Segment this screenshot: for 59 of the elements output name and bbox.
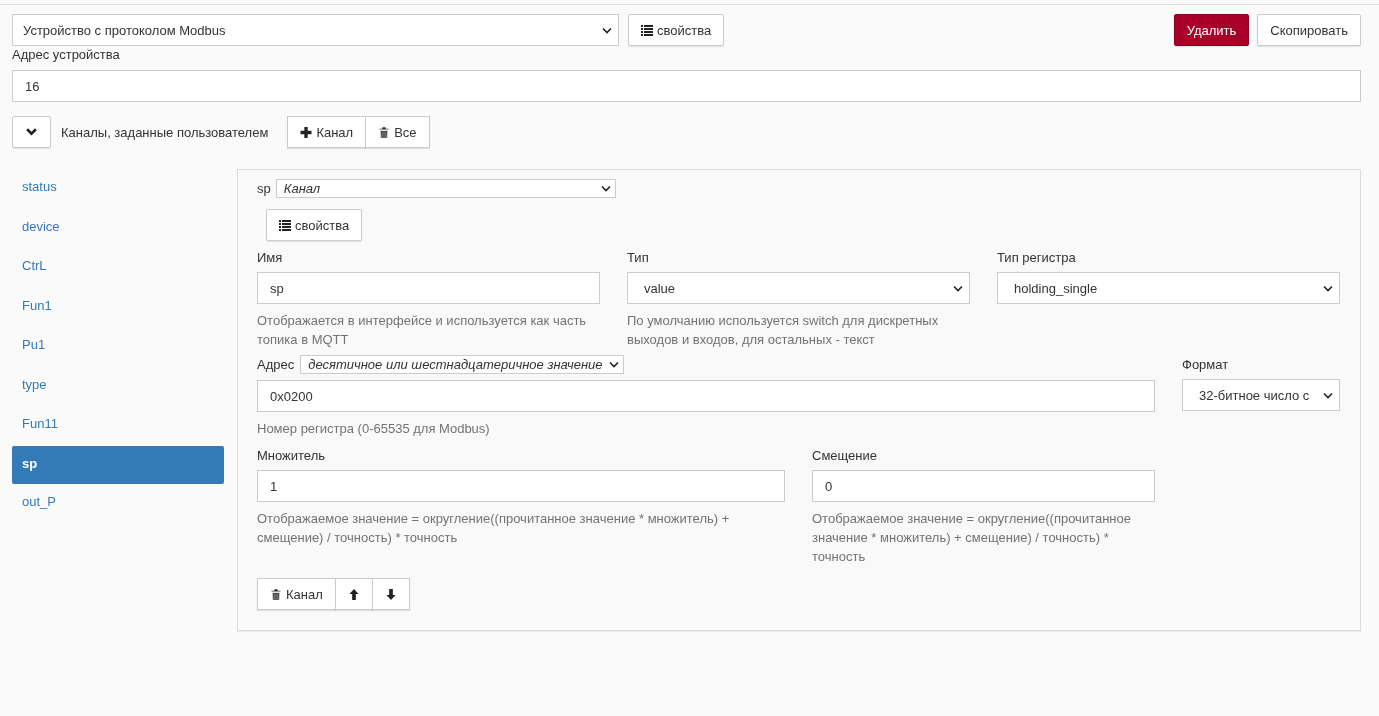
field-label: Смещение — [812, 448, 878, 463]
sidebar-item[interactable]: Fun1 — [12, 287, 224, 327]
format-select[interactable]: 32-битное число с — [1182, 379, 1340, 411]
help-text: Отображается в интерфейсе и используется как часть топика в MQTT — [257, 312, 588, 349]
kind-select[interactable]: Канал — [275, 179, 616, 198]
chevron-down-icon — [602, 26, 612, 34]
address-mode-select[interactable]: десятичное или шестнадцатеричное значение — [300, 355, 624, 374]
chevron-down-icon — [608, 361, 619, 368]
name-input[interactable]: sp — [257, 272, 600, 304]
delete-button[interactable]: Удалить — [1173, 14, 1250, 46]
move-down-button[interactable] — [371, 578, 410, 610]
move-up-button[interactable] — [334, 578, 373, 610]
address-input[interactable]: 0x0200 — [257, 380, 1155, 412]
chevron-down-icon — [600, 185, 611, 192]
chevron-down-icon — [1323, 391, 1333, 399]
plus-icon — [300, 126, 313, 138]
properties-button[interactable]: свойства — [628, 14, 725, 46]
properties-button[interactable]: свойства — [266, 209, 363, 241]
arrow-up-icon — [347, 588, 360, 600]
field-label: Формат — [1182, 357, 1230, 372]
offset-input[interactable]: 0 — [812, 470, 1155, 502]
help-text: Отображаемое значение = округление((прочитанное значение * множитель) + смещение) / точность) * точность — [812, 510, 1132, 566]
copy-button[interactable]: Скопировать — [1257, 14, 1361, 46]
field-label: Тип — [627, 250, 650, 265]
address-label: Адрес устройства — [12, 47, 121, 62]
add-channel-button[interactable]: Канал — [287, 116, 367, 148]
sidebar-item[interactable]: Fun11 — [12, 406, 224, 446]
field-label: Тип регистра — [997, 250, 1077, 265]
chevron-down-icon — [26, 128, 37, 136]
sidebar-item[interactable]: status — [12, 169, 224, 209]
protocol-select[interactable]: Устройство с протоколом Modbus — [12, 14, 619, 46]
arrow-down-icon — [384, 588, 397, 600]
channels-heading: Каналы, заданные пользователем — [61, 124, 269, 140]
field-label: Адрес — [257, 357, 295, 372]
sidebar-item[interactable]: CtrL — [12, 248, 224, 288]
delete-all-button[interactable]: Все — [365, 116, 430, 148]
trash-icon — [378, 126, 391, 138]
collapse-button[interactable] — [12, 116, 51, 148]
sidebar-item[interactable]: device — [12, 208, 224, 248]
channel-title: sp — [257, 181, 271, 196]
list-icon — [641, 24, 653, 36]
sidebar-item[interactable]: Pu1 — [12, 327, 224, 367]
help-text: Номер регистра (0-65535 для Modbus) — [257, 420, 491, 438]
help-text: Отображаемое значение = округление((прочитанное значение * множитель) + смещение) / точность) * точность — [257, 510, 731, 547]
register-type-select[interactable]: holding_single — [997, 272, 1340, 304]
sidebar-item[interactable]: type — [12, 366, 224, 406]
chevron-down-icon — [953, 284, 963, 292]
help-text: По умолчанию используется switch для дискретных выходов и входов, для остальных - текст — [627, 312, 940, 349]
address-input[interactable]: 16 — [12, 70, 1361, 102]
delete-channel-button[interactable]: Канал — [257, 578, 336, 610]
chevron-down-icon — [1323, 284, 1333, 292]
trash-icon — [270, 588, 282, 600]
sidebar-item[interactable]: sp — [12, 445, 224, 484]
type-select[interactable]: value — [627, 272, 970, 304]
multiplier-input[interactable]: 1 — [257, 470, 785, 502]
sidebar-item[interactable]: out_P — [12, 483, 224, 523]
field-label: Множитель — [257, 448, 326, 463]
list-icon — [279, 219, 291, 231]
field-label: Имя — [257, 250, 284, 265]
